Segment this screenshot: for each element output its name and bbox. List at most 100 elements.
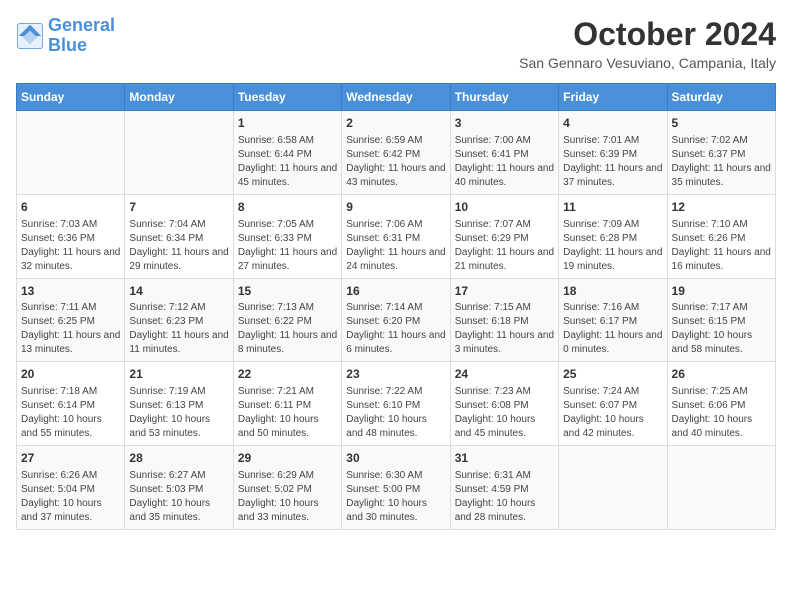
calendar-cell: 2Sunrise: 6:59 AMSunset: 6:42 PMDaylight… [342, 111, 450, 195]
week-row-5: 27 Sunrise: 6:26 AMSunset: 5:04 PMDayligh… [17, 446, 776, 530]
day-info: Sunrise: 7:14 AMSunset: 6:20 PMDaylight:… [346, 301, 445, 357]
header-monday: Monday [125, 84, 233, 111]
calendar-cell: 20 Sunrise: 7:18 AMSunset: 6:14 PMDayligh… [17, 362, 125, 446]
day-number: 24 [455, 366, 554, 383]
calendar-cell: 14Sunrise: 7:12 AMSunset: 6:23 PMDayligh… [125, 278, 233, 362]
page-header: General Blue October 2024 San Gennaro Ve… [16, 16, 776, 71]
calendar-cell: 17Sunrise: 7:15 AMSunset: 6:18 PMDayligh… [450, 278, 558, 362]
day-number: 11 [563, 199, 662, 216]
calendar-cell: 26 Sunrise: 7:25 AMSunset: 6:06 PMDayligh… [667, 362, 775, 446]
calendar-cell: 3Sunrise: 7:00 AMSunset: 6:41 PMDaylight… [450, 111, 558, 195]
title-area: October 2024 San Gennaro Vesuviano, Camp… [519, 16, 776, 71]
header-friday: Friday [559, 84, 667, 111]
week-row-2: 6 Sunrise: 7:03 AMSunset: 6:36 PMDaylight… [17, 194, 776, 278]
week-row-1: 1 Sunrise: 6:58 AMSunset: 6:44 PMDaylight… [17, 111, 776, 195]
day-info: Sunrise: 7:17 AMSunset: 6:15 PMDaylight:… [672, 301, 771, 357]
day-number: 22 [238, 366, 337, 383]
day-info: Sunrise: 7:25 AMSunset: 6:06 PMDaylight:… [672, 385, 771, 441]
day-number: 18 [563, 283, 662, 300]
day-number: 25 [563, 366, 662, 383]
day-info: Sunrise: 7:22 AMSunset: 6:10 PMDaylight:… [346, 385, 445, 441]
logo-text: General Blue [48, 16, 115, 56]
calendar-cell: 13Sunrise: 7:11 AMSunset: 6:25 PMDayligh… [17, 278, 125, 362]
month-title: October 2024 [519, 16, 776, 53]
logo: General Blue [16, 16, 115, 56]
calendar-cell: 28 Sunrise: 6:27 AMSunset: 5:03 PMDayligh… [125, 446, 233, 530]
day-info: Sunrise: 7:15 AMSunset: 6:18 PMDaylight:… [455, 301, 554, 357]
calendar-cell [125, 111, 233, 195]
day-number: 8 [238, 199, 337, 216]
day-number: 9 [346, 199, 445, 216]
day-info: Sunrise: 6:29 AMSunset: 5:02 PMDaylight:… [238, 469, 337, 525]
calendar-cell: 8Sunrise: 7:05 AMSunset: 6:33 PMDaylight… [233, 194, 341, 278]
calendar-cell: 29 Sunrise: 6:29 AMSunset: 5:02 PMDayligh… [233, 446, 341, 530]
day-info: Sunrise: 7:24 AMSunset: 6:07 PMDaylight:… [563, 385, 662, 441]
calendar-cell: 6 Sunrise: 7:03 AMSunset: 6:36 PMDaylight… [17, 194, 125, 278]
day-number: 28 [129, 450, 228, 467]
calendar-cell: 18Sunrise: 7:16 AMSunset: 6:17 PMDayligh… [559, 278, 667, 362]
day-info: Sunrise: 7:00 AMSunset: 6:41 PMDaylight:… [455, 134, 554, 190]
day-number: 31 [455, 450, 554, 467]
calendar-cell: 31 Sunrise: 6:31 AMSunset: 4:59 PMDayligh… [450, 446, 558, 530]
day-info: Sunrise: 7:16 AMSunset: 6:17 PMDaylight:… [563, 301, 662, 357]
day-info: Sunrise: 7:04 AMSunset: 6:34 PMDaylight:… [129, 218, 228, 274]
calendar-cell: 21 Sunrise: 7:19 AMSunset: 6:13 PMDayligh… [125, 362, 233, 446]
day-info: Sunrise: 7:09 AMSunset: 6:28 PMDaylight:… [563, 218, 662, 274]
calendar-cell: 16Sunrise: 7:14 AMSunset: 6:20 PMDayligh… [342, 278, 450, 362]
week-row-3: 13Sunrise: 7:11 AMSunset: 6:25 PMDayligh… [17, 278, 776, 362]
day-number: 10 [455, 199, 554, 216]
day-info: Sunrise: 6:58 AMSunset: 6:44 PMDaylight:… [238, 134, 337, 190]
day-number: 30 [346, 450, 445, 467]
week-row-4: 20 Sunrise: 7:18 AMSunset: 6:14 PMDayligh… [17, 362, 776, 446]
calendar-cell: 22Sunrise: 7:21 AMSunset: 6:11 PMDayligh… [233, 362, 341, 446]
day-number: 19 [672, 283, 771, 300]
calendar-cell: 4Sunrise: 7:01 AMSunset: 6:39 PMDaylight… [559, 111, 667, 195]
calendar-cell: 25 Sunrise: 7:24 AMSunset: 6:07 PMDayligh… [559, 362, 667, 446]
day-number: 21 [129, 366, 228, 383]
calendar-table: SundayMondayTuesdayWednesdayThursdayFrid… [16, 83, 776, 530]
day-number: 13 [21, 283, 120, 300]
day-info: Sunrise: 7:07 AMSunset: 6:29 PMDaylight:… [455, 218, 554, 274]
day-info: Sunrise: 7:03 AMSunset: 6:36 PMDaylight:… [21, 218, 120, 274]
calendar-cell: 5 Sunrise: 7:02 AMSunset: 6:37 PMDaylight… [667, 111, 775, 195]
day-number: 16 [346, 283, 445, 300]
calendar-cell: 10 Sunrise: 7:07 AMSunset: 6:29 PMDayligh… [450, 194, 558, 278]
day-number: 26 [672, 366, 771, 383]
day-number: 5 [672, 115, 771, 132]
calendar-body: 1 Sunrise: 6:58 AMSunset: 6:44 PMDaylight… [17, 111, 776, 530]
calendar-cell: 1 Sunrise: 6:58 AMSunset: 6:44 PMDaylight… [233, 111, 341, 195]
header-sunday: Sunday [17, 84, 125, 111]
calendar-cell: 27 Sunrise: 6:26 AMSunset: 5:04 PMDayligh… [17, 446, 125, 530]
header-tuesday: Tuesday [233, 84, 341, 111]
day-number: 15 [238, 283, 337, 300]
day-number: 29 [238, 450, 337, 467]
calendar-cell: 11 Sunrise: 7:09 AMSunset: 6:28 PMDayligh… [559, 194, 667, 278]
header-thursday: Thursday [450, 84, 558, 111]
day-number: 2 [346, 115, 445, 132]
day-number: 12 [672, 199, 771, 216]
day-number: 14 [129, 283, 228, 300]
calendar-cell [667, 446, 775, 530]
calendar-header: SundayMondayTuesdayWednesdayThursdayFrid… [17, 84, 776, 111]
day-info: Sunrise: 7:02 AMSunset: 6:37 PMDaylight:… [672, 134, 771, 190]
day-number: 17 [455, 283, 554, 300]
day-info: Sunrise: 6:30 AMSunset: 5:00 PMDaylight:… [346, 469, 445, 525]
day-number: 27 [21, 450, 120, 467]
day-info: Sunrise: 7:13 AMSunset: 6:22 PMDaylight:… [238, 301, 337, 357]
calendar-cell: 9Sunrise: 7:06 AMSunset: 6:31 PMDaylight… [342, 194, 450, 278]
day-info: Sunrise: 7:11 AMSunset: 6:25 PMDaylight:… [21, 301, 120, 357]
day-info: Sunrise: 7:19 AMSunset: 6:13 PMDaylight:… [129, 385, 228, 441]
logo-icon [16, 22, 44, 50]
day-info: Sunrise: 7:18 AMSunset: 6:14 PMDaylight:… [21, 385, 120, 441]
day-info: Sunrise: 7:12 AMSunset: 6:23 PMDaylight:… [129, 301, 228, 357]
calendar-cell: 7Sunrise: 7:04 AMSunset: 6:34 PMDaylight… [125, 194, 233, 278]
calendar-cell [559, 446, 667, 530]
day-number: 23 [346, 366, 445, 383]
day-info: Sunrise: 6:26 AMSunset: 5:04 PMDaylight:… [21, 469, 120, 525]
day-info: Sunrise: 6:27 AMSunset: 5:03 PMDaylight:… [129, 469, 228, 525]
day-number: 20 [21, 366, 120, 383]
day-info: Sunrise: 6:31 AMSunset: 4:59 PMDaylight:… [455, 469, 554, 525]
day-number: 6 [21, 199, 120, 216]
day-info: Sunrise: 7:10 AMSunset: 6:26 PMDaylight:… [672, 218, 771, 274]
day-number: 1 [238, 115, 337, 132]
